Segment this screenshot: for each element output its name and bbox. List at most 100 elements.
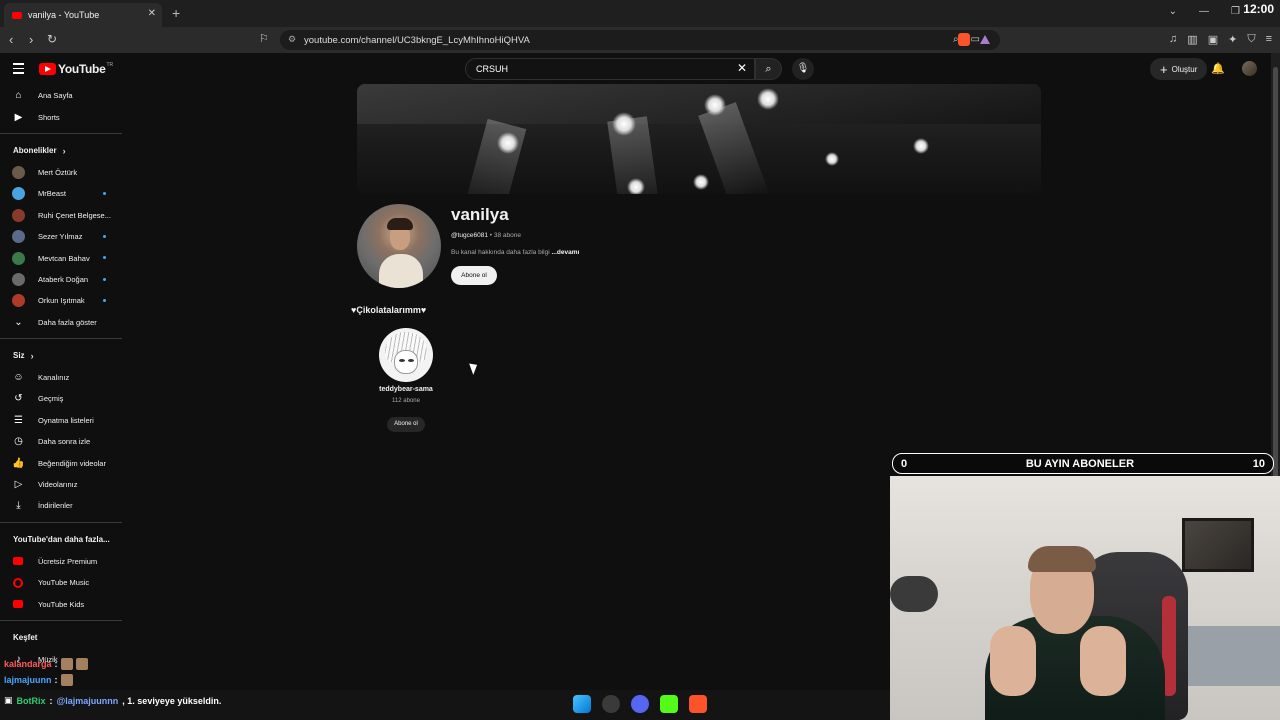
channel-name: vanilya [451, 205, 509, 224]
obs-icon[interactable] [602, 695, 620, 713]
wallet-icon[interactable]: ▣ [1208, 33, 1218, 46]
leo-ai-icon[interactable]: ✦ [1228, 33, 1237, 46]
clock-icon: ◷ [14, 436, 23, 448]
goal-current: 0 [901, 457, 908, 470]
sidebar-item-kids[interactable]: YouTube Kids [0, 593, 122, 614]
featured-channel-name[interactable]: teddybear-sama [358, 386, 454, 393]
menu-icon[interactable]: ≡ [1266, 33, 1272, 46]
voice-search-button[interactable]: 🎙 [792, 58, 814, 80]
goal-title: BU AYIN ABONELER [1025, 457, 1135, 470]
sidebar-item-music[interactable]: YouTube Music [0, 572, 122, 593]
reload-icon[interactable]: ↻ [47, 32, 57, 46]
sidebar-item-subscription[interactable]: MrBeast [0, 183, 122, 204]
bookmark-icon[interactable]: ⚐ [259, 32, 269, 45]
sidebar-item-subscription[interactable]: Mert Öztürk [0, 162, 122, 183]
hamburger-menu-icon[interactable] [13, 63, 24, 77]
bot-mention: @lajmajuunnn [56, 695, 119, 706]
search-input[interactable]: CRSUH [465, 58, 755, 80]
tab-list-icon[interactable]: ⌄ [1169, 6, 1177, 17]
browser-tab[interactable]: vanilya - YouTube ✕ [4, 3, 162, 27]
stage-light [825, 152, 839, 166]
sidebar-item-label: Oynatma listeleri [38, 415, 94, 425]
plus-icon: + [1160, 61, 1168, 77]
sidebar-item-premium[interactable]: Ücretsiz Premium [0, 551, 122, 572]
show-more-button[interactable]: ⌄ Daha fazla göster [0, 312, 122, 333]
featured-channel-subscribers: 112 abone [392, 398, 420, 404]
create-button[interactable]: + Oluştur [1150, 58, 1208, 80]
streamer-hair [1028, 546, 1096, 572]
sidebar-item-playlists[interactable]: ☰ Oynatma listeleri [0, 410, 122, 431]
channel-description[interactable]: Bu kanal hakkında daha fazla bilgi ...de… [451, 249, 579, 256]
new-tab-icon[interactable]: + [172, 5, 180, 21]
scrollbar-thumb[interactable] [1273, 67, 1278, 507]
subscriber-goal-bar: 0 BU AYIN ABONELER 10 [892, 453, 1274, 474]
sidebar-item-home[interactable]: ⌂ Ana Sayfa [0, 85, 122, 106]
sidebar-divider [0, 132, 122, 134]
sidebar-item-label: Sezer Yılmaz [38, 232, 83, 242]
streamer-hand [1080, 626, 1126, 696]
sidebar-toggle-icon[interactable]: ▥ [1187, 33, 1197, 46]
sidebar-item-your-channel[interactable]: ☺ Kanalınız [0, 367, 122, 388]
featured-channel-avatar[interactable] [379, 328, 433, 382]
sidebar-item-label: MrBeast [38, 189, 66, 199]
channel-banner [357, 84, 1041, 194]
notifications-bell-icon[interactable]: 🔔 [1211, 62, 1225, 75]
forward-icon[interactable]: › [29, 32, 33, 47]
discord-icon[interactable] [631, 695, 649, 713]
sidebar-item-subscription[interactable]: Sezer Yılmaz [0, 226, 122, 247]
youtube-kids-icon [13, 600, 23, 609]
chat-separator: : [54, 659, 58, 669]
sidebar-item-watch-later[interactable]: ◷ Daha sonra izle [0, 431, 122, 452]
brave-rewards-icon[interactable] [980, 35, 990, 44]
subscribe-button[interactable]: Abone ol [451, 266, 497, 285]
sidebar-item-subscription[interactable]: Mevtcan Bahav [0, 247, 122, 268]
channel-meta: @tugce6081 • 38 abone [451, 232, 521, 239]
browser-tab-bar: vanilya - YouTube ✕ + ⌄ — ❐ 12:00 [0, 0, 1280, 27]
explore-header: Keşfet [0, 627, 122, 649]
url-field[interactable]: ⚙ youtube.com/channel/UC3bkngE_LcyMhIhno… [280, 30, 1000, 50]
subscriptions-header[interactable]: Abonelikler › [0, 140, 122, 162]
new-content-dot-icon [103, 277, 106, 281]
sidebar-item-your-videos[interactable]: ▷ Videolarınız [0, 474, 122, 495]
bot-chat-message: ▣ BotRix : @lajmajuunnn , 1. seviyeye yü… [4, 695, 221, 706]
cast-icon[interactable]: ▭ [971, 34, 980, 45]
tab-close-icon[interactable]: ✕ [148, 8, 156, 19]
you-header[interactable]: Siz › [0, 345, 122, 367]
music-note-icon[interactable]: ♫ [1169, 33, 1177, 46]
more-from-youtube-title: YouTube'dan daha fazla... [13, 535, 110, 545]
sidebar-item-downloads[interactable]: ⤓ İndirilenler [0, 495, 122, 516]
sidebar-item-subscription[interactable]: Ruhi Çenet Belgese... [0, 205, 122, 226]
brave-browser-icon[interactable] [689, 695, 707, 713]
mouse-cursor-icon [469, 361, 480, 375]
kick-icon[interactable] [660, 695, 678, 713]
sidebar-item-subscription[interactable]: Orkun Işıtmak [0, 290, 122, 311]
minimize-icon[interactable]: — [1199, 6, 1209, 17]
clear-search-icon[interactable]: ✕ [737, 61, 747, 75]
restore-icon[interactable]: ❐ [1231, 6, 1240, 17]
sidebar-item-label: Geçmiş [38, 394, 64, 404]
sidebar-item-history[interactable]: ↺ Geçmiş [0, 388, 122, 409]
more-link[interactable]: ...devamı [551, 249, 579, 256]
back-icon[interactable]: ‹ [9, 32, 13, 47]
sidebar-item-label: Daha sonra izle [38, 437, 91, 447]
youtube-logo[interactable]: YouTube TR [39, 62, 113, 76]
vpn-shield-icon[interactable]: ⛉ [1247, 33, 1255, 46]
wall-painting [1182, 518, 1254, 572]
featured-avatar-face [394, 350, 418, 374]
sidebar-item-shorts[interactable]: ▶ Shorts [0, 106, 122, 127]
sidebar-item-liked-videos[interactable]: 👍 Beğendiğim videolar [0, 452, 122, 473]
you-title: Siz [13, 351, 25, 361]
search-button[interactable]: ⌕ [755, 58, 782, 80]
featured-subscribe-button[interactable]: Abone ol [387, 417, 425, 432]
brave-shields-icon[interactable] [958, 33, 970, 46]
shorts-icon: ▶ [14, 111, 23, 123]
windows-start-icon[interactable] [573, 695, 591, 713]
sidebar-item-subscription[interactable]: Ataberk Doğan [0, 269, 122, 290]
channel-avatar-icon [12, 208, 25, 222]
new-content-dot-icon [103, 234, 106, 238]
channel-avatar-icon [12, 230, 25, 244]
site-info-icon[interactable]: ⚙ [288, 34, 296, 45]
account-avatar[interactable] [1242, 61, 1257, 76]
chat-username: kalandarga [4, 659, 52, 669]
playlist-icon: ☰ [14, 414, 23, 426]
